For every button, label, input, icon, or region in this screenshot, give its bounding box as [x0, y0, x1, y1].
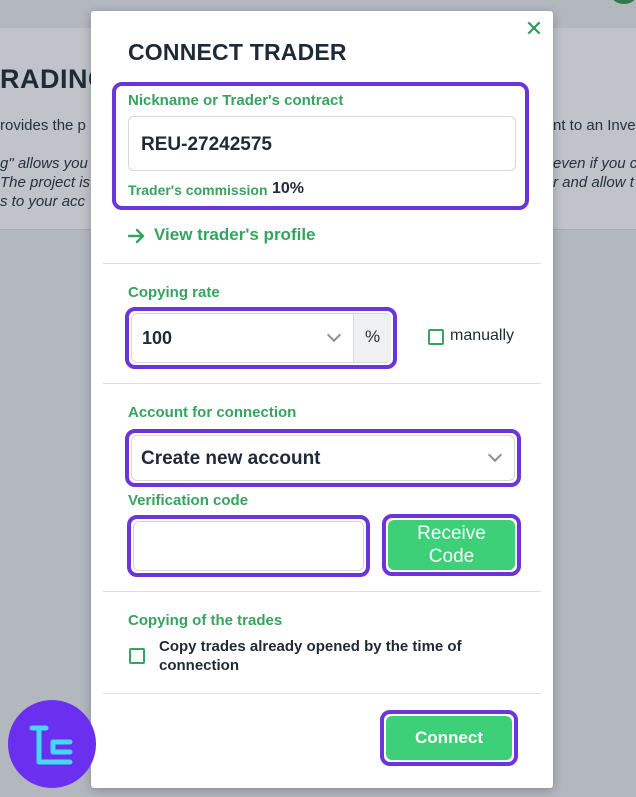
copying-trades-label: Copying of the trades	[128, 612, 283, 629]
commission-label: Trader's commission	[128, 182, 268, 198]
copy-opened-text: connection	[159, 657, 240, 674]
arrow-right-icon	[128, 228, 145, 244]
commission-value: 10%	[272, 180, 305, 197]
view-profile-label: View trader's profile	[154, 225, 316, 244]
background-text-line: g" allows you	[0, 155, 88, 172]
background-text-line: nt to an Inve	[553, 117, 636, 134]
percent-unit: %	[365, 327, 381, 346]
connect-button[interactable]: Connect	[386, 716, 512, 760]
copy-opened-trades-label: Copy trades already opened by the time o…	[159, 637, 462, 675]
receive-code-label: Receive	[417, 523, 486, 544]
logo-mark-icon	[29, 725, 73, 765]
manually-checkbox[interactable]	[428, 329, 444, 345]
copy-opened-text: Copy trades already opened by the time o…	[159, 638, 462, 655]
background-text-line: even if you c	[553, 155, 636, 172]
percent-addon: %	[353, 314, 391, 362]
nickname-input[interactable]: REU-27242575	[128, 116, 516, 171]
nickname-value: REU-27242575	[141, 134, 272, 155]
background-text-line: r and allow t	[553, 174, 634, 191]
chevron-down-icon	[326, 327, 342, 343]
brand-logo	[8, 700, 96, 788]
manually-label: manually	[450, 327, 515, 344]
view-profile-link[interactable]: View trader's profile	[128, 224, 318, 248]
divider	[103, 263, 541, 264]
copying-rate-value: 100	[142, 328, 173, 348]
connect-trader-modal: ✕ CONNECT TRADER Nickname or Trader's co…	[91, 11, 553, 788]
copying-rate-label: Copying rate	[128, 284, 220, 301]
modal-title: CONNECT TRADER	[128, 39, 347, 65]
account-select[interactable]: Create new account	[131, 435, 515, 481]
verification-code-input[interactable]	[133, 521, 364, 571]
nickname-label: Nickname or Trader's contract	[128, 92, 344, 109]
divider	[103, 383, 541, 384]
background-text-line: The project is	[0, 174, 91, 191]
verification-label: Verification code	[128, 492, 249, 509]
receive-code-label: Code	[428, 546, 475, 567]
copy-opened-trades-checkbox[interactable]	[129, 648, 145, 664]
divider	[103, 591, 541, 592]
chevron-down-icon	[487, 447, 503, 463]
corner-indicator	[612, 0, 636, 4]
receive-code-button[interactable]: Receive Code	[388, 520, 515, 570]
divider	[103, 693, 541, 694]
close-icon[interactable]: ✕	[523, 17, 545, 41]
background-text-line: s to your acc	[0, 193, 86, 210]
account-value: Create new account	[141, 448, 321, 469]
copying-rate-select[interactable]: 100 %	[131, 313, 391, 363]
background-text-line: rovides the p	[0, 117, 86, 134]
account-label: Account for connection	[128, 404, 297, 421]
